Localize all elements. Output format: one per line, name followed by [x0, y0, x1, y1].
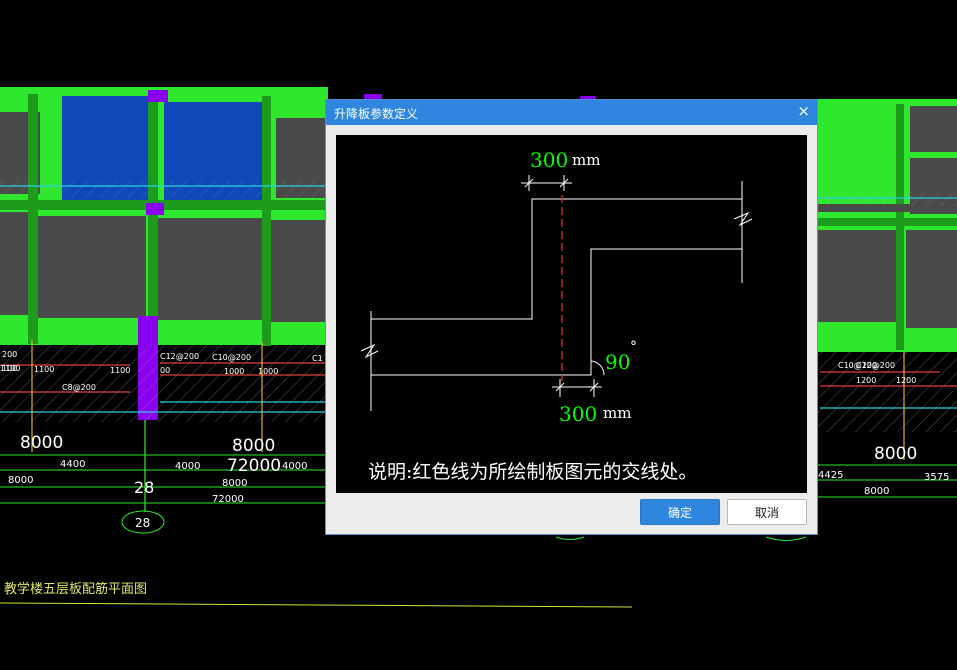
rebar-label-partial: 100 [2, 364, 17, 373]
dim-label: 8000 [20, 433, 63, 453]
dialog-title: 升降板参数定义 [334, 107, 419, 121]
cancel-button[interactable]: 取消 [727, 499, 807, 525]
dim-label: 8000 [222, 478, 247, 489]
rebar-label: C12@200 [160, 352, 199, 361]
angle-value: 90 [605, 350, 630, 374]
section-outline [360, 175, 753, 411]
rebar-length: 1200 [896, 376, 916, 385]
dim-label: 8000 [8, 475, 33, 486]
dim-label: 72000 [227, 456, 281, 476]
close-icon[interactable]: × [797, 102, 810, 120]
dialog-titlebar[interactable]: 升降板参数定义 × [326, 100, 817, 125]
dim-label: 4000 [282, 461, 307, 472]
rebar-label: C8@200 [62, 383, 96, 392]
column-1 [148, 90, 168, 102]
rebar-label-partial: 00 [160, 366, 170, 375]
ok-button[interactable]: 确定 [640, 499, 720, 525]
plan-title: 教学楼五层板配筋平面图 [4, 581, 147, 597]
dim-label: 3575 [924, 472, 949, 483]
bottom-offset-unit: mm [603, 404, 631, 422]
top-offset-unit: mm [572, 151, 600, 169]
dim-label: 8000 [874, 444, 917, 464]
rebar-length: 1100 [34, 365, 54, 374]
rebar-label-partial: 200 [2, 350, 17, 359]
dim-label: 4000 [175, 461, 200, 472]
rebar-length: 1100 [110, 366, 130, 375]
top-offset-value: 300 [530, 148, 568, 172]
lower-slab-line [371, 248, 742, 376]
axis-label: 28 [134, 478, 154, 497]
rebar-label-partial: C1 [312, 354, 323, 363]
diagram-note: 说明:红色线为所绘制板图元的交线处。 [368, 461, 697, 483]
right-break-icon [733, 211, 753, 227]
dim-label: 4400 [60, 459, 85, 470]
dim-label: 8000 [864, 486, 889, 497]
column-2 [146, 203, 164, 215]
angle-unit: ° [630, 339, 637, 355]
raised-slab-params-dialog: 升降板参数定义 × 300 mm 90 ° 300 mm 说明:红色线为所绘制板… [325, 99, 818, 535]
upper-slab-line [371, 198, 742, 320]
slab-section-diagram: 300 mm 90 ° 300 mm 说明:红色线为所绘制板图元的交线处。 [336, 135, 807, 493]
dim-label: 72000 [212, 494, 244, 505]
left-break-icon [360, 343, 379, 359]
rebar-length: 1000 [258, 367, 278, 376]
angle-arc [590, 360, 605, 376]
rebar-label: C10@200 [212, 353, 251, 362]
axis-bubble-label: 28 [135, 516, 150, 530]
dim-label: 8000 [232, 436, 275, 456]
dim-label: 4425 [818, 470, 843, 481]
bottom-offset-value: 300 [559, 402, 597, 426]
rebar-label: C12@200 [856, 361, 895, 370]
rebar-length: 1000 [224, 367, 244, 376]
rebar-length: 1200 [856, 376, 876, 385]
